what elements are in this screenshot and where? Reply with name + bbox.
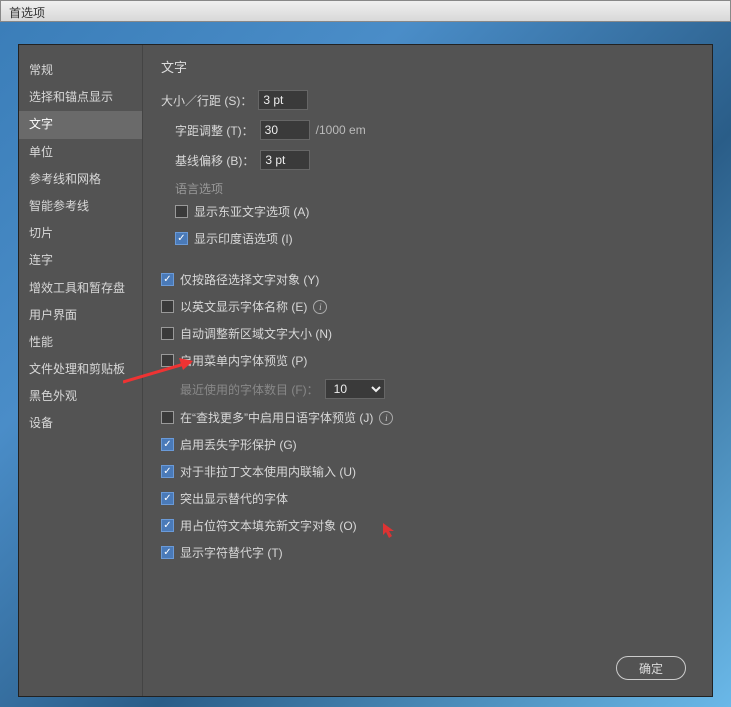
baseline-input[interactable] [260,150,310,170]
show-alt-glyph-label: 显示字符替代字 (T) [180,544,283,561]
sidebar-item-13[interactable]: 设备 [19,410,142,437]
sidebar-item-6[interactable]: 切片 [19,220,142,247]
button-bar: 确定 [616,656,686,680]
sidebar-item-10[interactable]: 性能 [19,329,142,356]
tracking-row: 字距调整 (T)： /1000 em [175,120,694,140]
baseline-row: 基线偏移 (B)： [175,150,694,170]
language-section-label: 语言选项 [175,180,694,197]
checkbox-row-show-alt-glyph[interactable]: 显示字符替代字 (T) [161,544,694,561]
recent-fonts-label: 最近使用的字体数目 (F)： [180,381,319,398]
glyph-protect-checkbox[interactable] [161,438,174,451]
menu-preview-checkbox[interactable] [161,354,174,367]
glyph-protect-label: 启用丢失字形保护 (G) [180,436,297,453]
inline-input-checkbox[interactable] [161,465,174,478]
preferences-dialog: 常规选择和锚点显示文字单位参考线和网格智能参考线切片连字增效工具和暂存盘用户界面… [18,44,713,697]
jp-preview-label: 在“查找更多”中启用日语字体预览 (J) [180,409,373,426]
sidebar-item-12[interactable]: 黑色外观 [19,383,142,410]
highlight-alt-checkbox[interactable] [161,492,174,505]
ok-button[interactable]: 确定 [616,656,686,680]
main-panel: 文字 大小／行距 (S)： 字距调整 (T)： /1000 em 基线偏移 (B… [143,45,712,696]
jp-preview-checkbox[interactable] [161,411,174,424]
sidebar-item-1[interactable]: 选择和锚点显示 [19,84,142,111]
show-alt-glyph-checkbox[interactable] [161,546,174,559]
sidebar-item-3[interactable]: 单位 [19,139,142,166]
checkbox-row-glyph-protect[interactable]: 启用丢失字形保护 (G) [161,436,694,453]
sidebar-item-0[interactable]: 常规 [19,57,142,84]
tracking-input[interactable] [260,120,310,140]
titlebar: 首选项 [0,0,731,22]
checkbox-row-highlight-alt[interactable]: 突出显示替代的字体 [161,490,694,507]
sidebar-item-8[interactable]: 增效工具和暂存盘 [19,275,142,302]
panel-heading: 文字 [161,57,694,76]
info-icon[interactable]: i [313,300,327,314]
size-input[interactable] [258,90,308,110]
info-icon[interactable]: i [379,411,393,425]
recent-fonts-row: 最近使用的字体数目 (F)： 10 [161,379,694,399]
tracking-suffix: /1000 em [316,123,366,137]
recent-fonts-select[interactable]: 10 [325,379,385,399]
indic-checkbox[interactable] [175,232,188,245]
checkbox-row-path-select[interactable]: 仅按路径选择文字对象 (Y) [161,271,694,288]
east-asian-checkbox-row[interactable]: 显示东亚文字选项 (A) [175,203,694,220]
window-title: 首选项 [9,6,45,20]
path-select-checkbox[interactable] [161,273,174,286]
checkbox-row-inline-input[interactable]: 对于非拉丁文本使用内联输入 (U) [161,463,694,480]
sidebar-item-2[interactable]: 文字 [19,111,142,138]
sidebar-item-9[interactable]: 用户界面 [19,302,142,329]
sidebar-item-11[interactable]: 文件处理和剪贴板 [19,356,142,383]
sidebar: 常规选择和锚点显示文字单位参考线和网格智能参考线切片连字增效工具和暂存盘用户界面… [19,45,143,696]
path-select-label: 仅按路径选择文字对象 (Y) [180,271,319,288]
sidebar-item-7[interactable]: 连字 [19,247,142,274]
indic-checkbox-row[interactable]: 显示印度语选项 (I) [175,230,694,247]
auto-size-checkbox[interactable] [161,327,174,340]
size-row: 大小／行距 (S)： [161,90,694,110]
highlight-alt-label: 突出显示替代的字体 [180,490,288,507]
size-label: 大小／行距 (S)： [161,92,252,109]
east-asian-label: 显示东亚文字选项 (A) [194,203,309,220]
indic-label: 显示印度语选项 (I) [194,230,293,247]
checkbox-row-jp-preview[interactable]: 在“查找更多”中启用日语字体预览 (J) i [161,409,694,426]
menu-preview-label: 启用菜单内字体预览 (P) [180,352,307,369]
checkbox-row-english-font[interactable]: 以英文显示字体名称 (E) i [161,298,694,315]
east-asian-checkbox[interactable] [175,205,188,218]
tracking-label: 字距调整 (T)： [175,122,254,139]
checkbox-row-menu-preview[interactable]: 启用菜单内字体预览 (P) [161,352,694,369]
placeholder-fill-label: 用占位符文本填充新文字对象 (O) [180,517,357,534]
english-font-checkbox[interactable] [161,300,174,313]
sidebar-item-4[interactable]: 参考线和网格 [19,166,142,193]
ok-button-label: 确定 [639,660,663,677]
placeholder-fill-checkbox[interactable] [161,519,174,532]
checkbox-row-auto-size[interactable]: 自动调整新区域文字大小 (N) [161,325,694,342]
english-font-label: 以英文显示字体名称 (E) [180,298,307,315]
baseline-label: 基线偏移 (B)： [175,152,254,169]
sidebar-item-5[interactable]: 智能参考线 [19,193,142,220]
auto-size-label: 自动调整新区域文字大小 (N) [180,325,332,342]
checkbox-row-placeholder-fill[interactable]: 用占位符文本填充新文字对象 (O) [161,517,694,534]
inline-input-label: 对于非拉丁文本使用内联输入 (U) [180,463,356,480]
